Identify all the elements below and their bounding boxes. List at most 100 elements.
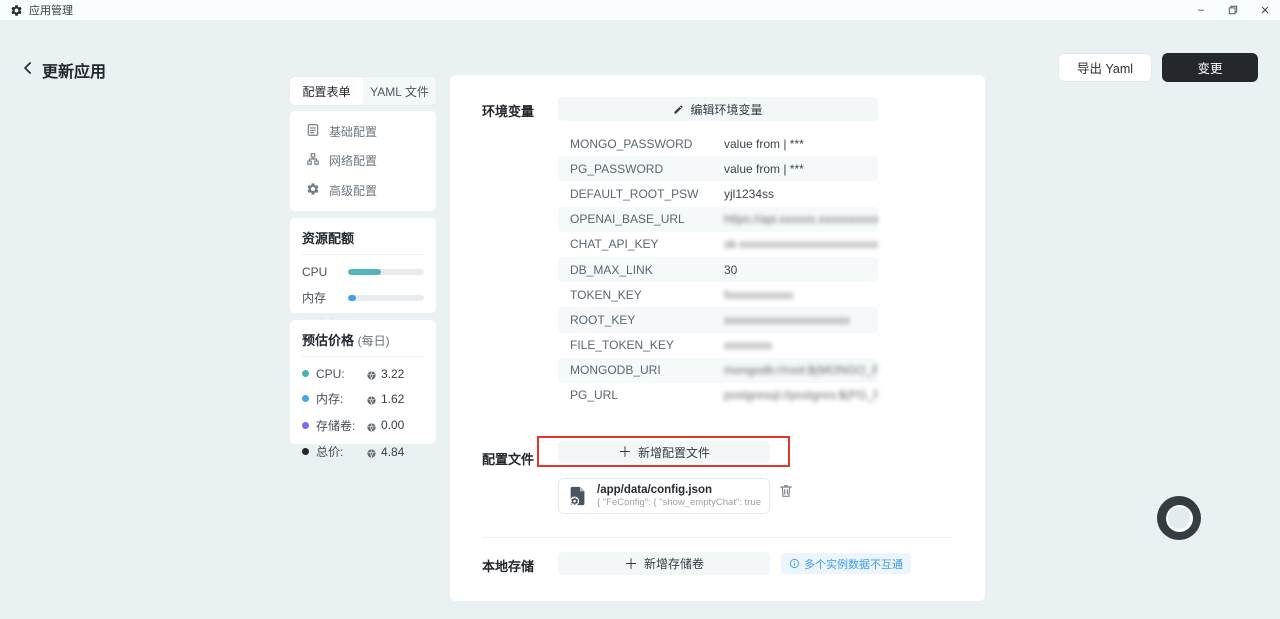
sidebar-item-label: 网络配置 — [329, 152, 377, 169]
env-row: MONGODB_URImongodb://root:$(MONGO_PASS..… — [558, 358, 878, 383]
env-var-value: fxxxxxxxxxxx — [724, 288, 878, 302]
sidebar-item-基础配置[interactable]: 基础配置 — [296, 118, 430, 146]
price-row: 内存: 1.62 — [302, 390, 424, 407]
env-row: OPENAI_BASE_URLhttps://api.xxxxxx.xxxxxx… — [558, 207, 878, 232]
config-file-section-label: 配置文件 — [482, 449, 534, 468]
cursor-ring-overlay — [1157, 496, 1201, 540]
env-row: TOKEN_KEYfxxxxxxxxxxx — [558, 282, 878, 307]
env-var-value: value from | *** — [724, 137, 878, 151]
sidebar-item-高级配置[interactable]: 高级配置 — [296, 176, 430, 204]
env-var-value: xxxxxxxx — [724, 338, 878, 352]
tab-config-form[interactable]: 配置表单 — [290, 77, 363, 105]
back-button[interactable] — [18, 58, 38, 78]
network-icon — [306, 152, 320, 169]
env-row: CHAT_API_KEYsk-xxxxxxxxxxxxxxxxxxxxxxxxx… — [558, 232, 878, 257]
quota-label: CPU — [302, 265, 348, 279]
minimize-icon[interactable]: – — [1194, 3, 1208, 17]
price-subtitle: (每日) — [358, 334, 390, 348]
price-value: 1.62 — [381, 392, 404, 406]
add-config-file-button[interactable]: ＋ 新增配置文件 — [558, 441, 770, 463]
quota-row: CPU — [302, 265, 424, 279]
price-label: 存储卷: — [316, 417, 366, 434]
file-preview: { "FeConfig": { "show_emptyChat": true, … — [597, 497, 761, 509]
env-var-name: MONGODB_URI — [570, 363, 724, 377]
env-var-name: MONGO_PASSWORD — [570, 137, 724, 151]
env-var-name: CHAT_API_KEY — [570, 237, 724, 251]
price-card: 预估价格 (每日) CPU:3.22内存:1.62存储卷:0.00总价:4.84 — [289, 319, 437, 445]
coin-icon — [366, 446, 377, 457]
env-var-name: DB_MAX_LINK — [570, 263, 724, 277]
price-row: 存储卷: 0.00 — [302, 417, 424, 434]
env-row: FILE_TOKEN_KEYxxxxxxxx — [558, 333, 878, 358]
form-icon — [306, 123, 320, 140]
env-var-value: yjl1234ss — [724, 187, 878, 201]
price-label: CPU: — [316, 367, 366, 381]
export-yaml-button[interactable]: 导出 Yaml — [1058, 53, 1152, 82]
tab-yaml-file[interactable]: YAML 文件 — [363, 77, 436, 105]
price-value: 3.22 — [381, 367, 404, 381]
quota-label: 内存 — [302, 289, 348, 306]
coin-icon — [366, 368, 377, 379]
env-var-value: xxxxxxxxxxxxxxxxxxxxx — [724, 313, 878, 327]
env-row: DEFAULT_ROOT_PSWyjl1234ss — [558, 181, 878, 206]
price-value: 4.84 — [381, 445, 404, 459]
plus-icon: ＋ — [624, 557, 638, 571]
env-row: MONGO_PASSWORDvalue from | *** — [558, 131, 878, 156]
env-row: ROOT_KEYxxxxxxxxxxxxxxxxxxxxx — [558, 307, 878, 332]
legend-dot-icon — [302, 422, 309, 429]
close-icon[interactable]: ✕ — [1258, 3, 1272, 17]
price-title: 预估价格 (每日) — [302, 330, 424, 357]
env-var-value: postgresql://postgres:$(PG_PASS... — [724, 388, 878, 402]
env-section-label: 环境变量 — [482, 101, 534, 120]
sidebar-item-网络配置[interactable]: 网络配置 — [296, 147, 430, 175]
config-file-item[interactable]: /app/data/config.json { "FeConfig": { "s… — [558, 478, 770, 514]
coin-icon — [366, 393, 377, 404]
page-header: 更新应用 导出 Yaml 变更 — [0, 20, 1280, 74]
price-value: 0.00 — [381, 418, 404, 432]
env-var-value: mongodb://root:$(MONGO_PASS... — [724, 363, 878, 377]
env-var-name: ROOT_KEY — [570, 313, 724, 327]
env-var-value: sk-xxxxxxxxxxxxxxxxxxxxxxxxxd... — [724, 237, 878, 251]
file-gear-icon — [567, 485, 589, 507]
page-title: 更新应用 — [42, 58, 106, 82]
edit-env-button[interactable]: 编辑环境变量 — [558, 97, 878, 121]
quota-slider[interactable] — [348, 295, 424, 301]
sidebar-tabs: 配置表单YAML 文件 — [289, 76, 437, 106]
env-var-name: FILE_TOKEN_KEY — [570, 338, 724, 352]
section-divider — [482, 537, 953, 538]
file-info: /app/data/config.json { "FeConfig": { "s… — [597, 484, 761, 509]
quota-title: 资源配额 — [302, 228, 424, 255]
info-icon — [789, 558, 800, 569]
quota-row: 内存 — [302, 289, 424, 306]
add-storage-volume-button[interactable]: ＋ 新增存储卷 — [558, 552, 770, 575]
env-var-value: value from | *** — [724, 162, 878, 176]
price-row: 总价: 4.84 — [302, 443, 424, 460]
window-title: 应用管理 — [29, 2, 73, 18]
legend-dot-icon — [302, 448, 309, 455]
env-var-value: 30 — [724, 263, 878, 277]
price-row: CPU: 3.22 — [302, 367, 424, 381]
env-var-name: PG_PASSWORD — [570, 162, 724, 176]
env-var-list: MONGO_PASSWORDvalue from | ***PG_PASSWOR… — [558, 131, 878, 408]
legend-dot-icon — [302, 395, 309, 402]
delete-config-file-icon[interactable] — [778, 483, 794, 499]
sidebar-item-label: 基础配置 — [329, 123, 377, 140]
env-var-name: TOKEN_KEY — [570, 288, 724, 302]
price-label: 内存: — [316, 390, 366, 407]
storage-hint-badge: 多个实例数据不互通 — [781, 553, 911, 574]
sidebar-item-label: 高级配置 — [329, 182, 377, 199]
resource-quota-card: 资源配额 CPU内存存储卷 — [289, 217, 437, 314]
pencil-icon — [673, 104, 684, 115]
env-row: PG_PASSWORDvalue from | *** — [558, 156, 878, 181]
file-path: /app/data/config.json — [597, 484, 761, 497]
change-button[interactable]: 变更 — [1162, 53, 1258, 82]
price-label: 总价: — [316, 443, 366, 460]
app-gear-icon — [10, 4, 23, 17]
quota-slider[interactable] — [348, 269, 424, 275]
window-titlebar: 应用管理 – ✕ — [0, 0, 1280, 20]
local-storage-section-label: 本地存储 — [482, 556, 534, 575]
sidebar-menu: 基础配置网络配置高级配置 — [289, 110, 437, 212]
restore-icon[interactable] — [1226, 3, 1240, 17]
gear-icon — [306, 182, 320, 199]
config-panel: 环境变量 编辑环境变量 MONGO_PASSWORDvalue from | *… — [450, 75, 985, 601]
